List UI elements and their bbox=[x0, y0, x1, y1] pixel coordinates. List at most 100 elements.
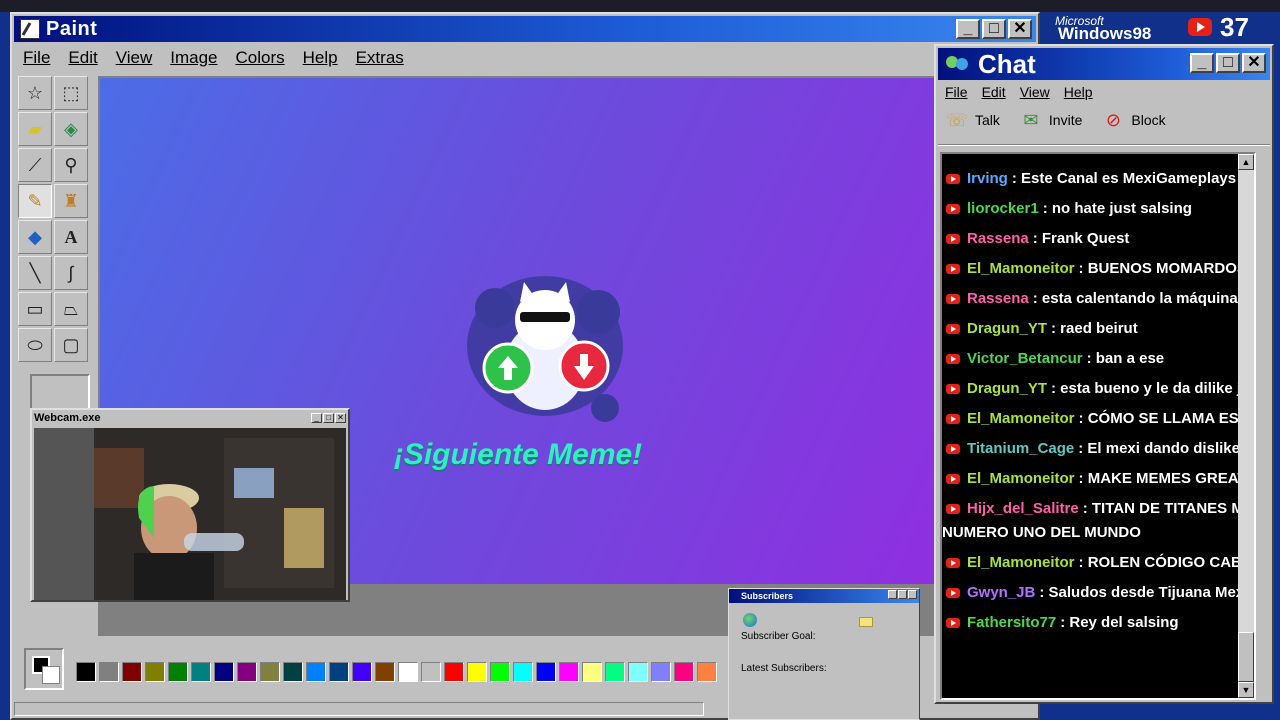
palette-swatch[interactable] bbox=[605, 662, 625, 682]
chat-titlebar[interactable]: Chat _ □ ✕ bbox=[938, 48, 1270, 80]
palette-swatch[interactable] bbox=[214, 662, 234, 682]
magnifier-tool[interactable]: ⚲ bbox=[54, 148, 88, 182]
palette-swatch[interactable] bbox=[260, 662, 280, 682]
palette-swatch[interactable] bbox=[628, 662, 648, 682]
fill-tool[interactable]: ◈ bbox=[54, 112, 88, 146]
scroll-up-arrow-icon[interactable]: ▲ bbox=[1238, 154, 1254, 170]
chat-minimize-button[interactable]: _ bbox=[1190, 53, 1214, 73]
line-tool[interactable]: ╲ bbox=[18, 256, 52, 290]
palette-swatch[interactable] bbox=[444, 662, 464, 682]
chat-username[interactable]: Dragun_YT bbox=[967, 380, 1047, 397]
chat-menu-file[interactable]: File bbox=[940, 82, 973, 102]
palette-swatch[interactable] bbox=[467, 662, 487, 682]
webcam-minimize-button[interactable]: _ bbox=[311, 413, 322, 423]
menu-view[interactable]: View bbox=[109, 46, 160, 70]
airbrush-tool[interactable]: ◆ bbox=[18, 220, 52, 254]
scroll-down-arrow-icon[interactable]: ▼ bbox=[1238, 682, 1254, 698]
chat-username[interactable]: Titanium_Cage bbox=[967, 440, 1074, 457]
palette-swatch[interactable] bbox=[398, 662, 418, 682]
palette-swatch[interactable] bbox=[283, 662, 303, 682]
close-button[interactable]: ✕ bbox=[1008, 19, 1032, 39]
block-button[interactable]: ⊘ Block bbox=[1100, 108, 1166, 132]
chat-username[interactable]: El_Mamoneitor bbox=[967, 554, 1075, 571]
chat-scrollbar[interactable]: ▲ ▼ bbox=[1238, 154, 1254, 698]
subs-close-button[interactable] bbox=[908, 590, 917, 599]
chat-username[interactable]: Hijx_del_Salitre bbox=[967, 500, 1079, 517]
menu-extras[interactable]: Extras bbox=[349, 46, 411, 70]
pencil-tool[interactable]: ✎ bbox=[18, 184, 52, 218]
subs-minimize-button[interactable] bbox=[888, 590, 897, 599]
palette-swatch[interactable] bbox=[651, 662, 671, 682]
palette-swatch[interactable] bbox=[421, 662, 441, 682]
palette-swatch[interactable] bbox=[674, 662, 694, 682]
paint-titlebar[interactable]: Paint _ □ ✕ bbox=[14, 16, 1036, 42]
text-tool[interactable]: A bbox=[54, 220, 88, 254]
chat-username[interactable]: Dragun_YT bbox=[967, 320, 1047, 337]
chat-username[interactable]: El_Mamoneitor bbox=[967, 470, 1075, 487]
webcam-video-feed bbox=[34, 428, 346, 600]
palette-swatch[interactable] bbox=[352, 662, 372, 682]
chat-message: Rassena: esta calentando la máquina mem bbox=[946, 290, 1254, 307]
youtube-icon bbox=[946, 413, 960, 424]
webcam-titlebar[interactable]: Webcam.exe _ □ ✕ bbox=[32, 410, 348, 426]
chat-username[interactable]: liorocker1 bbox=[967, 200, 1039, 217]
chat-username[interactable]: Fathersito77 bbox=[967, 614, 1056, 631]
talk-button[interactable]: ☏ Talk bbox=[944, 108, 1000, 132]
palette-swatch[interactable] bbox=[490, 662, 510, 682]
chat-username[interactable]: El_Mamoneitor bbox=[967, 410, 1075, 427]
chat-username[interactable]: Gwyn_JB bbox=[967, 584, 1035, 601]
rounded-rect-tool[interactable]: ▢ bbox=[54, 328, 88, 362]
polygon-tool[interactable]: ⏢ bbox=[54, 292, 88, 326]
chat-username[interactable]: El_Mamoneitor bbox=[967, 260, 1075, 277]
chat-username[interactable]: Victor_Betancur bbox=[967, 350, 1083, 367]
color-picker-tool[interactable]: ⟋ bbox=[18, 148, 52, 182]
palette-swatch[interactable] bbox=[76, 662, 96, 682]
globe-icon bbox=[743, 613, 757, 627]
chat-menu-help[interactable]: Help bbox=[1059, 82, 1098, 102]
rectangle-tool[interactable]: ▭ bbox=[18, 292, 52, 326]
subs-maximize-button[interactable] bbox=[898, 590, 907, 599]
curve-tool[interactable]: ∫ bbox=[54, 256, 88, 290]
invite-button[interactable]: ✉ Invite bbox=[1018, 108, 1082, 132]
palette-swatch[interactable] bbox=[375, 662, 395, 682]
palette-swatch[interactable] bbox=[513, 662, 533, 682]
eraser-tool[interactable]: ▰ bbox=[18, 112, 52, 146]
palette-swatch[interactable] bbox=[122, 662, 142, 682]
menu-help[interactable]: Help bbox=[296, 46, 345, 70]
chat-menu-view[interactable]: View bbox=[1015, 82, 1055, 102]
ellipse-tool[interactable]: ⬭ bbox=[18, 328, 52, 362]
menu-edit[interactable]: Edit bbox=[61, 46, 104, 70]
webcam-maximize-button[interactable]: □ bbox=[323, 413, 334, 423]
palette-swatch[interactable] bbox=[99, 662, 119, 682]
subscribers-titlebar[interactable]: Subscribers bbox=[729, 589, 919, 603]
free-select-tool[interactable]: ☆ bbox=[18, 76, 52, 110]
scroll-thumb[interactable] bbox=[1238, 632, 1254, 682]
minimize-button[interactable]: _ bbox=[956, 19, 980, 39]
chat-username[interactable]: Irving bbox=[967, 170, 1008, 187]
chat-messages[interactable]: Fathersito77: Rey del salsing Gwyn_JB: Sa… bbox=[940, 152, 1256, 700]
palette-swatch[interactable] bbox=[329, 662, 349, 682]
menu-colors[interactable]: Colors bbox=[229, 46, 292, 70]
palette-swatch[interactable] bbox=[536, 662, 556, 682]
current-colors[interactable] bbox=[24, 648, 64, 690]
rect-select-tool[interactable]: ⬚ bbox=[54, 76, 88, 110]
palette-swatch[interactable] bbox=[582, 662, 602, 682]
palette-swatch[interactable] bbox=[168, 662, 188, 682]
palette-swatch[interactable] bbox=[697, 662, 717, 682]
chat-menu-edit[interactable]: Edit bbox=[977, 82, 1011, 102]
palette-swatch[interactable] bbox=[237, 662, 257, 682]
chat-maximize-button[interactable]: □ bbox=[1216, 53, 1240, 73]
menu-image[interactable]: Image bbox=[163, 46, 224, 70]
palette-swatch[interactable] bbox=[559, 662, 579, 682]
brush-tool[interactable]: ♜ bbox=[54, 184, 88, 218]
palette-swatch[interactable] bbox=[191, 662, 211, 682]
maximize-button[interactable]: □ bbox=[982, 19, 1006, 39]
chat-username[interactable]: Rassena bbox=[967, 230, 1029, 247]
menu-file[interactable]: File bbox=[16, 46, 57, 70]
palette-swatch[interactable] bbox=[306, 662, 326, 682]
background-color[interactable] bbox=[42, 666, 60, 684]
palette-swatch[interactable] bbox=[145, 662, 165, 682]
webcam-close-button[interactable]: ✕ bbox=[335, 413, 346, 423]
chat-username[interactable]: Rassena bbox=[967, 290, 1029, 307]
chat-close-button[interactable]: ✕ bbox=[1242, 53, 1266, 73]
